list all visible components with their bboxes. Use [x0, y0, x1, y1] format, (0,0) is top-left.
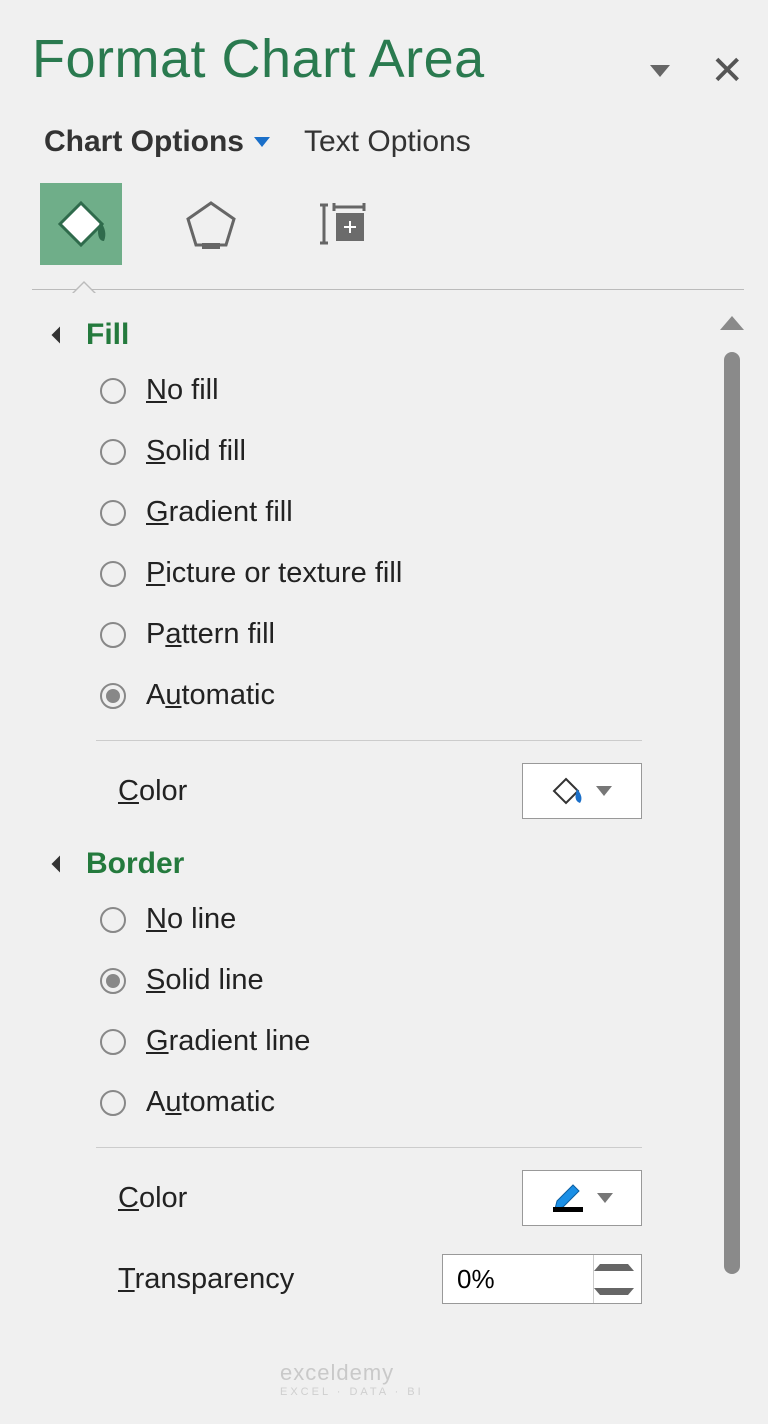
pen-color-icon [551, 1183, 585, 1213]
radio-solid-fill[interactable]: Solid fill [100, 435, 698, 468]
chevron-down-icon [597, 1193, 613, 1203]
scroll-up-icon[interactable] [720, 316, 744, 330]
border-color-label: Color [118, 1182, 187, 1215]
radio-label: Solid fill [146, 435, 246, 468]
transparency-field[interactable] [443, 1255, 593, 1303]
radio-label: No line [146, 903, 236, 936]
radio-icon [100, 683, 126, 709]
transparency-input[interactable] [442, 1254, 642, 1304]
chevron-down-icon [596, 786, 612, 796]
divider [32, 289, 744, 290]
radio-no-fill[interactable]: No fill [100, 374, 698, 407]
radio-icon [100, 561, 126, 587]
section-fill-header[interactable]: Fill [54, 318, 698, 352]
icontab-size-properties[interactable] [300, 183, 382, 265]
radio-icon [100, 1090, 126, 1116]
radio-label: Picture or texture fill [146, 557, 402, 590]
radio-picture-fill[interactable]: Picture or texture fill [100, 557, 698, 590]
radio-label: Gradient fill [146, 496, 293, 529]
section-title: Fill [86, 318, 129, 352]
radio-gradient-fill[interactable]: Gradient fill [100, 496, 698, 529]
radio-automatic-fill[interactable]: Automatic [100, 679, 698, 712]
divider [96, 740, 642, 741]
radio-solid-line[interactable]: Solid line [100, 964, 698, 997]
transparency-label: Transparency [118, 1263, 294, 1296]
chevron-down-icon [254, 137, 270, 147]
collapse-icon [52, 327, 69, 344]
radio-label: Solid line [146, 964, 264, 997]
radio-pattern-fill[interactable]: Pattern fill [100, 618, 698, 651]
pane-title: Format Chart Area [32, 28, 485, 90]
fill-color-label: Color [118, 775, 187, 808]
fill-color-button[interactable] [522, 763, 642, 819]
section-title: Border [86, 847, 184, 881]
collapse-icon [52, 856, 69, 873]
paint-bucket-icon [54, 197, 108, 251]
radio-automatic-line[interactable]: Automatic [100, 1086, 698, 1119]
caret-up-icon [594, 1264, 634, 1271]
section-border-header[interactable]: Border [54, 847, 698, 881]
tab-label: Chart Options [44, 125, 244, 158]
paint-bucket-icon [552, 775, 584, 807]
radio-icon [100, 500, 126, 526]
radio-label: Pattern fill [146, 618, 275, 651]
radio-label: No fill [146, 374, 219, 407]
scrollbar[interactable] [718, 316, 746, 1424]
spin-up-button[interactable] [594, 1255, 634, 1279]
radio-icon [100, 439, 126, 465]
tab-chart-options[interactable]: Chart Options [44, 125, 270, 159]
pentagon-icon [184, 197, 238, 251]
icontab-fill-line[interactable] [40, 183, 122, 265]
tab-text-options[interactable]: Text Options [304, 125, 471, 159]
spin-down-button[interactable] [594, 1279, 634, 1303]
radio-icon [100, 907, 126, 933]
size-icon [314, 197, 368, 251]
icontab-effects[interactable] [170, 183, 252, 265]
border-color-button[interactable] [522, 1170, 642, 1226]
radio-icon [100, 968, 126, 994]
radio-label: Automatic [146, 1086, 275, 1119]
radio-label: Automatic [146, 679, 275, 712]
close-icon[interactable]: ✕ [710, 51, 744, 91]
scroll-track[interactable] [724, 352, 740, 1424]
radio-no-line[interactable]: No line [100, 903, 698, 936]
radio-icon [100, 622, 126, 648]
scroll-thumb[interactable] [724, 352, 740, 1274]
divider [96, 1147, 642, 1148]
radio-label: Gradient line [146, 1025, 310, 1058]
caret-down-icon [594, 1288, 634, 1295]
options-dropdown-icon[interactable] [650, 65, 670, 77]
radio-icon [100, 1029, 126, 1055]
radio-icon [100, 378, 126, 404]
radio-gradient-line[interactable]: Gradient line [100, 1025, 698, 1058]
